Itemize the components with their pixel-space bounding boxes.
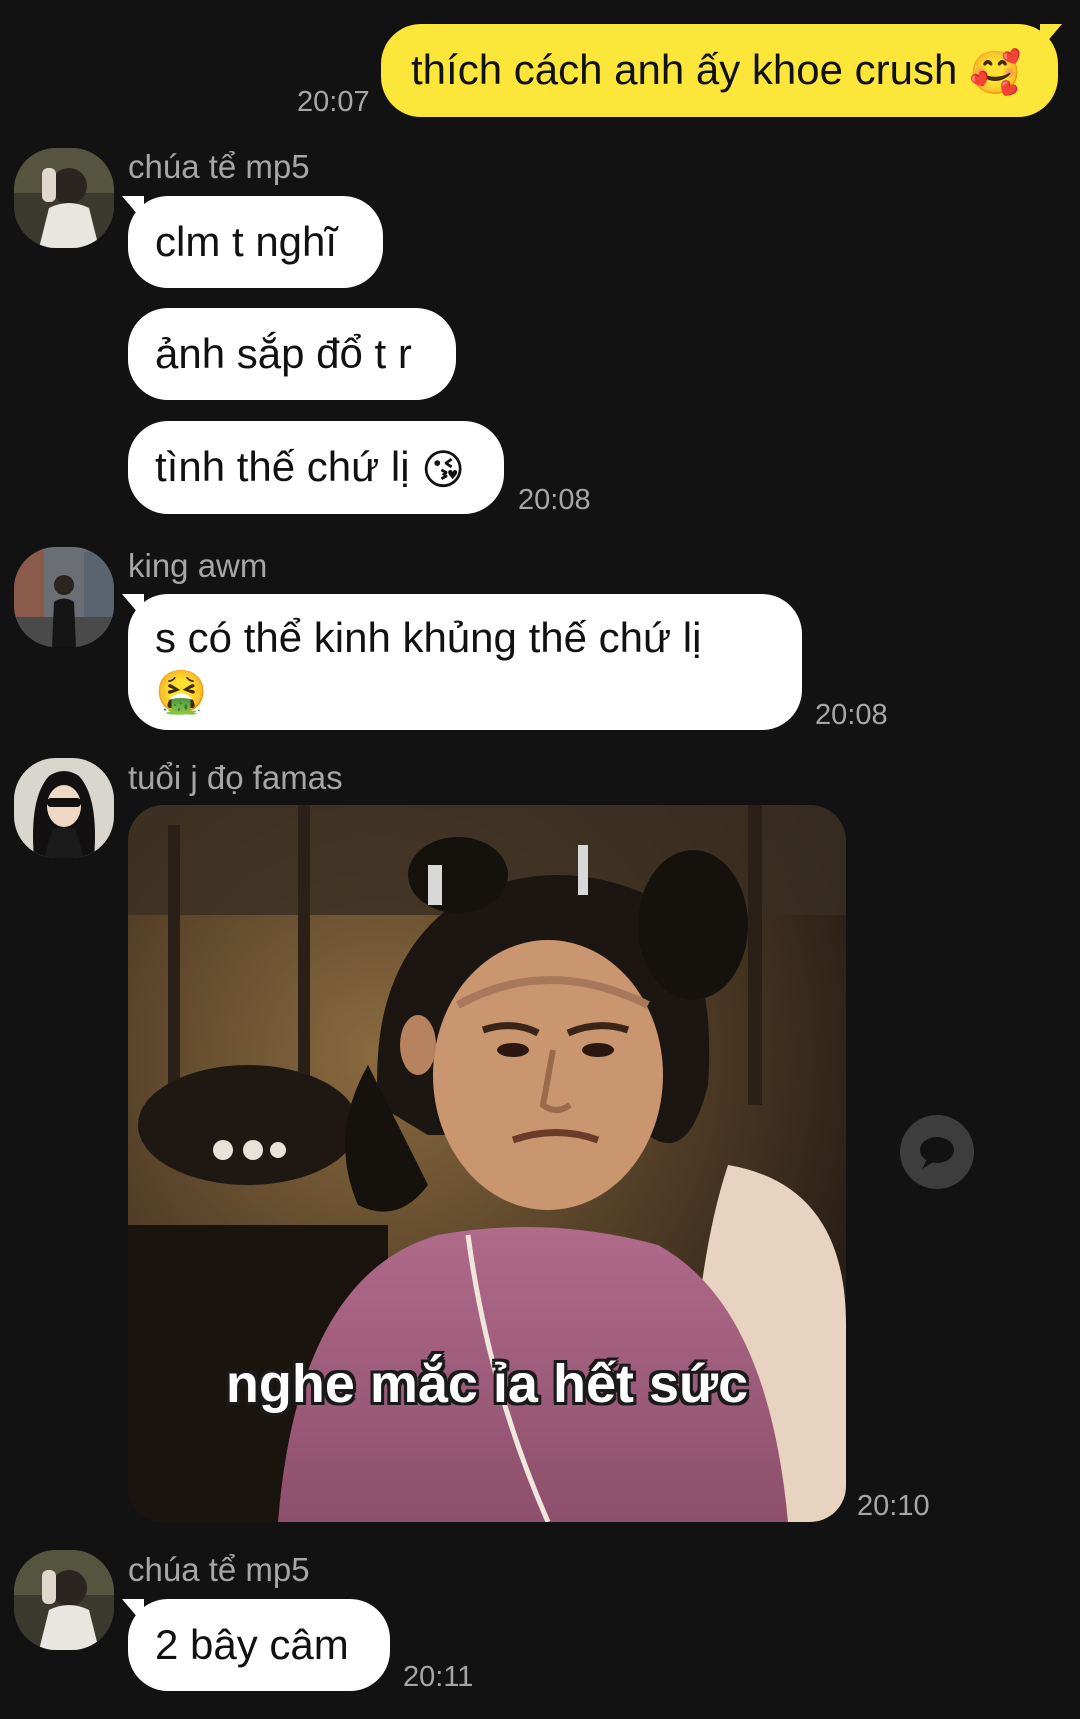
avatar[interactable] [14,148,114,248]
vomiting-face-emoji: 🤮 [155,667,208,715]
message-text: ảnh sắp đổ t r [155,330,412,377]
sender-name: chúa tể mp5 [128,1551,310,1588]
avatar-image [14,758,114,858]
sender-name: king awm [128,547,268,584]
sender-name: tuổi j đọ famas [128,759,343,796]
message-text: tình thế chứ lị [155,443,410,490]
avatar-image [14,148,114,248]
sender-name: chúa tể mp5 [128,148,310,185]
avatar[interactable] [14,547,114,647]
reply-button[interactable] [900,1115,974,1189]
message-timestamp: 20:07 [297,86,370,118]
incoming-bubble-tail [122,196,144,222]
speech-bubble-icon [920,1137,954,1169]
message-timestamp: 20:11 [403,1661,474,1693]
smiling-hearts-emoji: 🥰 [969,48,1022,96]
message-text: thích cách anh ấy khoe crush [411,46,958,93]
outgoing-bubble-tail [1040,24,1062,50]
outgoing-message-bubble[interactable]: thích cách anh ấy khoe crush 🥰 [381,24,1058,117]
message-timestamp: 20:10 [857,1490,930,1522]
incoming-message-bubble[interactable]: s có thể kinh khủng thế chứ lị 🤮 [128,594,802,730]
avatar-image [14,547,114,647]
incoming-message-bubble[interactable]: 2 bây câm [128,1599,390,1691]
meme-caption: nghe mắc ỉa hết sức [225,1354,749,1414]
incoming-bubble-tail [122,1599,144,1625]
avatar[interactable] [14,1550,114,1650]
avatar-image [14,1550,114,1650]
incoming-message-bubble[interactable]: tình thế chứ lị 😘 [128,421,504,514]
incoming-message-bubble[interactable]: clm t nghĩ [128,196,383,288]
incoming-message-bubble[interactable]: ảnh sắp đổ t r [128,308,456,400]
message-text: s có thể kinh khủng thế chứ lị [155,614,702,661]
message-timestamp: 20:08 [518,484,591,516]
kiss-emoji: 😘 [421,445,466,493]
message-text: 2 bây câm [155,1621,349,1668]
message-timestamp: 20:08 [815,699,888,731]
meme-image[interactable]: nghe mắc ỉa hết sức [128,805,846,1522]
message-text: clm t nghĩ [155,218,338,265]
avatar[interactable] [14,758,114,858]
incoming-bubble-tail [122,594,144,620]
